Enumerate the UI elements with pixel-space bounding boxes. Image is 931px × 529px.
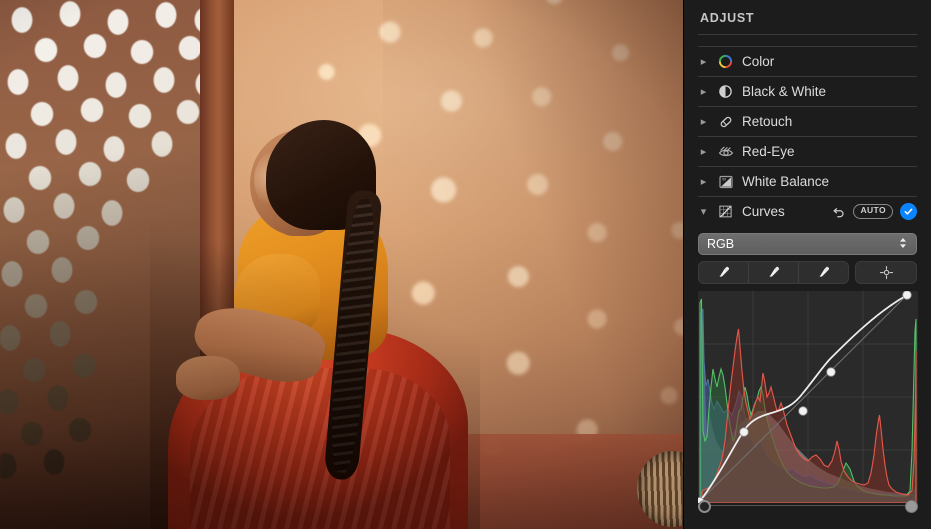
chevron-right-icon[interactable]: ▸	[698, 145, 709, 158]
adjustment-row-color[interactable]: ▸ Color	[698, 47, 917, 76]
curves-enabled-toggle[interactable]	[900, 203, 917, 220]
curves-actions: AUTO	[831, 203, 917, 220]
panel-title: ADJUST	[698, 0, 917, 34]
chevron-right-icon[interactable]: ▸	[698, 115, 709, 128]
eye-slash-icon	[717, 144, 734, 160]
adjustment-row-white-balance[interactable]: ▸ 99 White Balance	[698, 167, 917, 196]
adjustment-label: Red-Eye	[742, 144, 917, 159]
contrast-icon	[717, 84, 734, 99]
eyedropper-segmented-group	[698, 261, 849, 284]
chevron-right-icon[interactable]: ▸	[698, 85, 709, 98]
curve-point-highlight[interactable]	[827, 368, 836, 377]
white-balance-icon: 99	[717, 174, 734, 190]
vignette	[0, 0, 683, 529]
auto-button[interactable]: AUTO	[853, 204, 893, 218]
curves-tool-row	[698, 261, 917, 284]
curves-editor[interactable]	[698, 291, 917, 523]
adjustment-label: Black & White	[742, 84, 917, 99]
color-wheel-icon	[717, 54, 734, 69]
chevron-right-icon[interactable]: ▸	[698, 175, 709, 188]
channel-select[interactable]: RGB	[698, 233, 917, 255]
adjustment-label: Retouch	[742, 114, 917, 129]
white-point-handle[interactable]	[905, 500, 918, 513]
black-point-eyedropper[interactable]	[699, 262, 749, 283]
chevron-right-icon[interactable]: ▸	[698, 55, 709, 68]
curve-point-midtone[interactable]	[799, 407, 808, 416]
adjustment-label: White Balance	[742, 174, 917, 189]
adjustment-row-black-and-white[interactable]: ▸ Black & White	[698, 77, 917, 106]
photo-editor-window: ADJUST ▸ Color ▸	[0, 0, 931, 529]
adjustment-row-red-eye[interactable]: ▸ Red-Eye	[698, 137, 917, 166]
edited-photo[interactable]	[0, 0, 683, 529]
bandage-icon	[717, 114, 734, 130]
black-point-handle[interactable]	[698, 500, 711, 513]
curve-canvas[interactable]	[698, 291, 918, 503]
curve-point-white[interactable]	[903, 291, 912, 299]
adjustment-row-curves[interactable]: ▾ Curves AUTO	[698, 197, 917, 226]
adjustment-label: Curves	[742, 204, 823, 219]
gray-point-eyedropper[interactable]	[749, 262, 799, 283]
range-track	[704, 505, 912, 506]
reset-arrow-icon[interactable]	[831, 204, 846, 219]
image-viewer[interactable]	[0, 0, 683, 529]
adjustment-row-retouch[interactable]: ▸ Retouch	[698, 107, 917, 136]
white-point-eyedropper[interactable]	[799, 262, 848, 283]
curve-plot[interactable]	[698, 291, 918, 503]
channel-select-value: RGB	[707, 237, 898, 251]
curves-grid-icon	[717, 204, 734, 219]
target-adjust-tool[interactable]	[855, 261, 917, 284]
curves-range-slider[interactable]	[698, 503, 918, 523]
svg-text:99: 99	[722, 177, 726, 181]
chevron-down-icon[interactable]: ▾	[698, 205, 709, 218]
chevron-up-down-icon[interactable]	[898, 236, 908, 252]
adjust-inspector-panel: ADJUST ▸ Color ▸	[683, 0, 931, 529]
curve-point-shadow[interactable]	[740, 428, 749, 437]
adjustment-label: Color	[742, 54, 917, 69]
